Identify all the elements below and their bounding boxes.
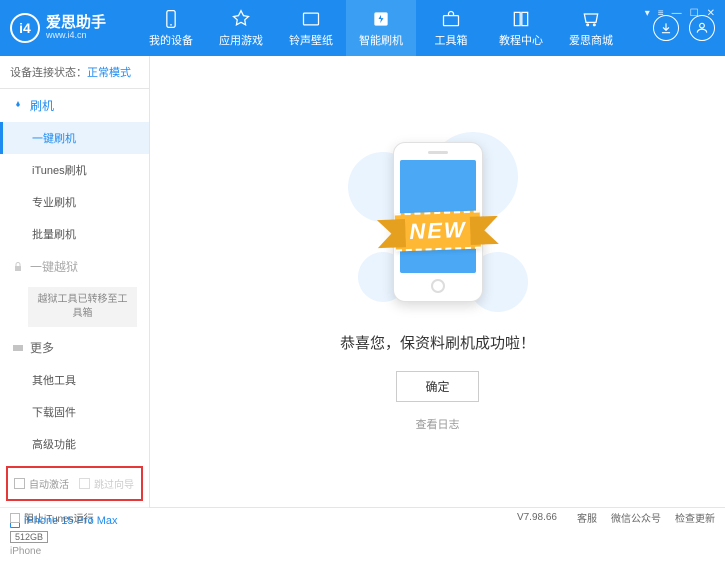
nav-flash[interactable]: 智能刷机: [346, 0, 416, 56]
sidebar-item-pro[interactable]: 专业刷机: [0, 186, 149, 218]
nav-toolbox[interactable]: 工具箱: [416, 0, 486, 56]
lock-icon: [12, 261, 24, 273]
nav-store[interactable]: 爱思商城: [556, 0, 626, 56]
win-menu-icon[interactable]: ▾: [645, 8, 650, 19]
block-itunes-checkbox[interactable]: 阻止iTunes运行: [10, 510, 94, 525]
activation-options: 自动激活 跳过向导: [6, 466, 143, 501]
success-message: 恭喜您，保资料刷机成功啦！: [340, 332, 535, 353]
nav-tutorials[interactable]: 教程中心: [486, 0, 556, 56]
skip-guide-checkbox[interactable]: 跳过向导: [79, 476, 134, 491]
win-maximize-icon[interactable]: ☐: [690, 8, 699, 19]
flash-icon: [371, 9, 391, 29]
footer-wechat[interactable]: 微信公众号: [611, 510, 661, 525]
sidebar-item-batch[interactable]: 批量刷机: [0, 218, 149, 250]
status-label: 设备连接状态：: [10, 67, 87, 79]
version-label: V7.98.66: [517, 512, 557, 523]
menu-icon: [12, 344, 24, 352]
group-label: 更多: [30, 339, 54, 356]
book-icon: [511, 9, 531, 29]
group-label: 刷机: [30, 97, 54, 114]
device-status: 设备连接状态：正常模式: [0, 56, 149, 89]
new-ribbon: NEW: [394, 210, 481, 251]
image-icon: [301, 9, 321, 29]
view-log-link[interactable]: 查看日志: [416, 416, 460, 432]
auto-activate-checkbox[interactable]: 自动激活: [14, 476, 69, 491]
nav-label: 爱思商城: [569, 32, 613, 48]
nav-apps[interactable]: 应用游戏: [206, 0, 276, 56]
jailbreak-notice: 越狱工具已转移至工具箱: [28, 287, 137, 327]
checkbox-label: 自动激活: [29, 476, 69, 491]
app-url: www.i4.cn: [46, 31, 106, 41]
group-label: 一键越狱: [30, 258, 78, 275]
success-graphic: NEW: [348, 132, 528, 312]
app-name: 爱思助手: [46, 15, 106, 32]
cart-icon: [581, 9, 601, 29]
nav-label: 应用游戏: [219, 32, 263, 48]
nav-label: 工具箱: [435, 32, 468, 48]
win-close-icon[interactable]: ✕: [707, 8, 715, 19]
checkbox-label: 阻止iTunes运行: [24, 510, 94, 525]
win-sep-icon: ≡: [658, 8, 664, 19]
sidebar-item-itunes[interactable]: iTunes刷机: [0, 154, 149, 186]
nav-ringtones[interactable]: 铃声壁纸: [276, 0, 346, 56]
footer-update[interactable]: 检查更新: [675, 510, 715, 525]
logo-icon: i4: [10, 13, 40, 43]
sidebar-item-firmware[interactable]: 下载固件: [0, 396, 149, 428]
app-icon: [231, 9, 251, 29]
win-minimize-icon[interactable]: —: [672, 8, 682, 19]
sidebar-group-more[interactable]: 更多: [0, 331, 149, 364]
rocket-icon: [12, 100, 24, 112]
sidebar-group-flash[interactable]: 刷机: [0, 89, 149, 122]
toolbox-icon: [441, 9, 461, 29]
sidebar-item-other[interactable]: 其他工具: [0, 364, 149, 396]
phone-icon: [161, 9, 181, 29]
nav-label: 我的设备: [149, 32, 193, 48]
checkbox-label: 跳过向导: [94, 476, 134, 491]
sidebar-item-advanced[interactable]: 高级功能: [0, 428, 149, 460]
ok-button[interactable]: 确定: [396, 371, 478, 402]
sidebar-group-jailbreak: 一键越狱: [0, 250, 149, 283]
nav-my-device[interactable]: 我的设备: [136, 0, 206, 56]
nav-label: 教程中心: [499, 32, 543, 48]
sidebar-item-oneclick[interactable]: 一键刷机: [0, 122, 149, 154]
footer-support[interactable]: 客服: [577, 510, 597, 525]
status-value: 正常模式: [87, 67, 131, 79]
nav-label: 智能刷机: [359, 32, 403, 48]
device-storage: 512GB: [10, 531, 48, 543]
nav-label: 铃声壁纸: [289, 32, 333, 48]
app-logo: i4 爱思助手 www.i4.cn: [10, 13, 106, 43]
device-type: iPhone: [10, 546, 139, 557]
